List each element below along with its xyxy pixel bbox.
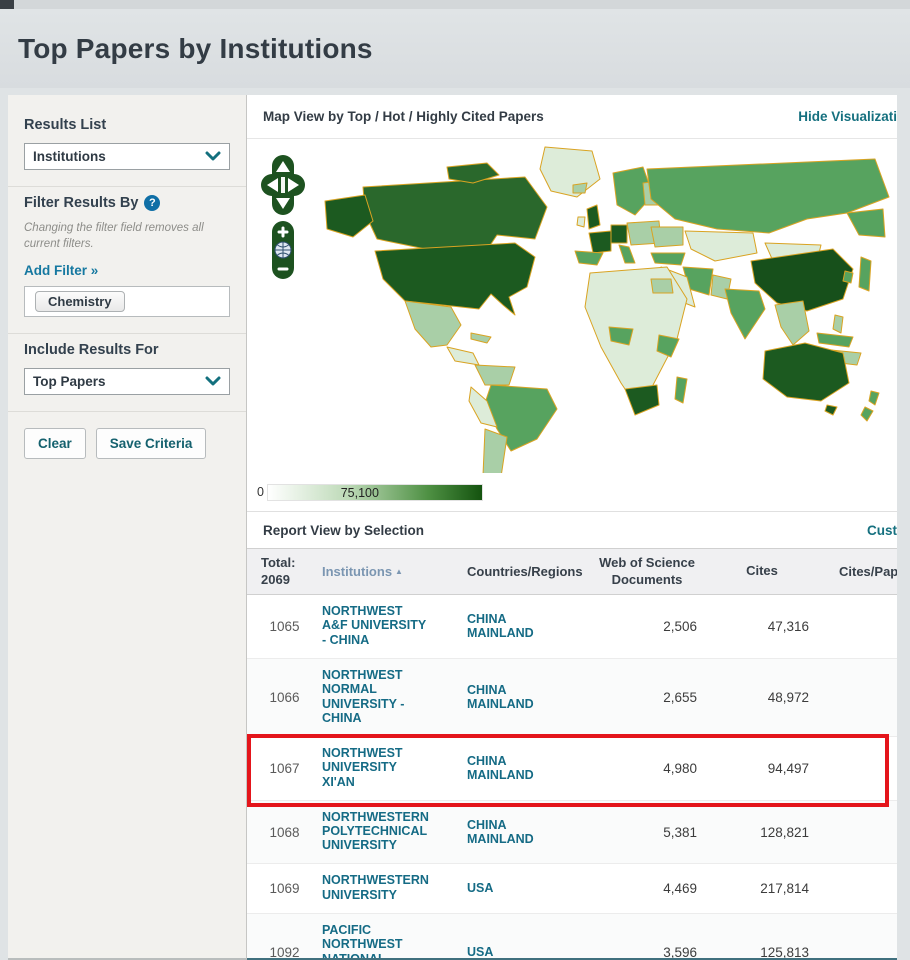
institution-link[interactable]: NORTHWESTERN UNIVERSITY [322,873,430,902]
rank-cell: 1067 [247,761,322,776]
sort-asc-icon: ▲ [395,567,403,576]
wos-documents-cell: 4,980 [587,761,707,776]
choropleth-map[interactable] [247,139,897,473]
country-cell: CHINA MAINLAND [467,612,587,641]
wos-documents-cell: 5,381 [587,825,707,840]
results-list-value: Institutions [33,149,106,164]
table-row: 1069 NORTHWESTERN UNIVERSITY USA 4,469 2… [247,864,897,913]
country-cell: USA [467,881,587,895]
column-header-wos-documents[interactable]: Web of Science Documents [587,550,707,593]
cites-cell: 48,972 [707,690,817,705]
report-table-body: 1065 NORTHWEST A&F UNIVERSITY - CHINA CH… [247,595,897,958]
save-criteria-button[interactable]: Save Criteria [96,428,207,459]
sidebar: Results List Institutions Filter Results… [8,95,247,960]
rank-cell: 1066 [247,690,322,705]
chevron-down-icon [205,148,221,166]
institution-cell: NORTHWESTERN POLYTECHNICAL UNIVERSITY [322,810,467,855]
institution-cell: NORTHWEST UNIVERSITY XI'AN [322,746,467,791]
app-header: Top Papers by Institutions [0,9,910,88]
total-value: 2069 [261,572,322,588]
report-view-title: Report View by Selection [263,523,424,538]
include-results-dropdown[interactable]: Top Papers [24,368,230,395]
rank-cell: 1092 [247,945,322,958]
institution-cell: NORTHWEST NORMAL UNIVERSITY - CHINA [322,668,467,727]
cites-cell: 94,497 [707,761,817,776]
filter-note: Changing the filter field removes all cu… [24,221,230,252]
table-row: 1067 NORTHWEST UNIVERSITY XI'AN CHINA MA… [247,737,897,801]
main-panel: Map View by Top / Hot / Highly Cited Pap… [247,95,897,960]
customize-link[interactable]: Cust [867,523,897,538]
country-cell: CHINA MAINLAND [467,818,587,847]
results-list-dropdown[interactable]: Institutions [24,143,230,170]
table-row: 1066 NORTHWEST NORMAL UNIVERSITY - CHINA… [247,659,897,737]
cites-cell: 47,316 [707,619,817,634]
active-filters-box: Chemistry [24,286,230,317]
legend-max-label: 75,100 [341,486,379,500]
include-results-label: Include Results For [24,342,230,358]
report-view-header: Report View by Selection Cust [247,511,897,548]
wos-documents-cell: 2,655 [587,690,707,705]
table-header: Total: 2069 Institutions▲ Countries/Regi… [247,548,897,595]
content-area: Results List Institutions Filter Results… [8,95,897,960]
map-controls [259,153,307,281]
wos-documents-cell: 3,596 [587,945,707,958]
rank-cell: 1069 [247,881,322,896]
institution-cell: PACIFIC NORTHWEST NATIONAL LABORATORY [322,923,467,958]
results-list-label: Results List [24,117,230,133]
map-view-header: Map View by Top / Hot / Highly Cited Pap… [247,95,897,139]
table-row: 1065 NORTHWEST A&F UNIVERSITY - CHINA CH… [247,595,897,659]
institution-link[interactable]: NORTHWEST A&F UNIVERSITY - CHINA [322,604,430,647]
include-results-value: Top Papers [33,374,106,389]
help-icon[interactable]: ? [144,195,160,211]
results-list-section: Results List Institutions [8,109,246,186]
total-count: Total: 2069 [247,550,322,593]
page-title: Top Papers by Institutions [18,33,373,65]
rank-cell: 1065 [247,619,322,634]
include-results-section: Include Results For Top Papers [8,334,246,411]
country-cell: USA [467,945,587,958]
institution-link[interactable]: NORTHWEST UNIVERSITY XI'AN [322,746,430,789]
filter-section: Filter Results By ? Changing the filter … [8,187,246,333]
cites-cell: 125,813 [707,945,817,958]
clear-button[interactable]: Clear [24,428,86,459]
filter-chip-chemistry[interactable]: Chemistry [35,291,125,312]
institution-cell: NORTHWESTERN UNIVERSITY [322,873,467,903]
column-header-institutions[interactable]: Institutions▲ [322,559,467,584]
total-label: Total: [261,555,322,571]
map-view-title: Map View by Top / Hot / Highly Cited Pap… [263,109,544,124]
legend-min-label: 0 [257,485,264,499]
wos-documents-cell: 4,469 [587,881,707,896]
legend-gradient-bar: 75,100 [267,484,483,501]
chevron-down-icon [205,373,221,391]
zoom-pill [272,221,294,279]
cites-cell: 217,814 [707,881,817,896]
institution-link[interactable]: NORTHWEST NORMAL UNIVERSITY - CHINA [322,668,430,726]
world-map[interactable] [247,139,897,473]
institution-cell: NORTHWEST A&F UNIVERSITY - CHINA [322,604,467,649]
sidebar-buttons: Clear Save Criteria [8,412,246,475]
column-header-cites[interactable]: Cites [707,558,817,584]
rank-cell: 1068 [247,825,322,840]
top-strip [0,0,910,9]
wos-documents-cell: 2,506 [587,619,707,634]
institution-link[interactable]: NORTHWESTERN POLYTECHNICAL UNIVERSITY [322,810,430,853]
column-header-countries[interactable]: Countries/Regions [467,559,587,584]
table-row: 1068 NORTHWESTERN POLYTECHNICAL UNIVERSI… [247,801,897,865]
cites-cell: 128,821 [707,825,817,840]
institution-link[interactable]: PACIFIC NORTHWEST NATIONAL LABORATORY [322,923,430,958]
country-cell: CHINA MAINLAND [467,754,587,783]
pan-control [261,155,305,215]
column-header-cites-per-paper[interactable]: Cites/Pap [817,559,897,584]
hide-visualization-link[interactable]: Hide Visualizati [798,109,897,124]
table-row: 1092 PACIFIC NORTHWEST NATIONAL LABORATO… [247,914,897,958]
zoom-world-button [275,242,291,258]
filter-by-label: Filter Results By [24,195,138,211]
map-legend: 0 75,100 [247,473,897,511]
country-cell: CHINA MAINLAND [467,683,587,712]
corner-square [0,0,14,9]
add-filter-link[interactable]: Add Filter » [24,263,98,278]
